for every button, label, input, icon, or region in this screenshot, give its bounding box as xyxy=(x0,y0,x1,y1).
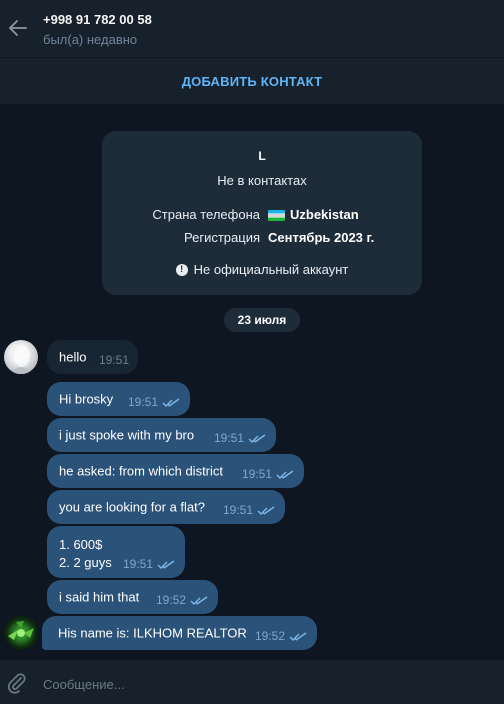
read-double-check-icon xyxy=(157,560,175,569)
sender-avatar[interactable] xyxy=(4,340,38,374)
unofficial-account-notice: ! Не официальный аккаунт xyxy=(102,262,422,277)
message-time: 19:51 xyxy=(222,503,253,517)
read-double-check-icon xyxy=(289,632,307,641)
message-text: he asked: from which district xyxy=(59,463,224,479)
phone-country-value-wrap: Uzbekistan xyxy=(268,207,359,222)
read-double-check-icon xyxy=(248,434,266,443)
message-bubble-outgoing[interactable]: i just spoke with my bro 19:51 xyxy=(47,418,276,452)
uzbekistan-flag-icon xyxy=(268,209,285,221)
message-text: i just spoke with my bro xyxy=(59,427,195,443)
message-bubble-outgoing[interactable]: 1. 600$ 2. 2 guys 19:51 xyxy=(47,526,185,578)
contact-phone-title[interactable]: +998 91 782 00 58 xyxy=(43,12,152,27)
contact-info-card: L Не в контактах Страна телефона Uzbekis… xyxy=(102,131,422,295)
not-in-contacts-label: Не в контактах xyxy=(217,173,307,188)
message-time: 19:51 xyxy=(122,557,153,571)
message-bubble-outgoing[interactable]: Hi brosky 19:51 xyxy=(47,382,190,416)
contact-initial: L xyxy=(258,149,266,163)
registration-value: Сентябрь 2023 г. xyxy=(268,230,375,245)
message-input[interactable] xyxy=(43,675,483,693)
message-time: 19:51 xyxy=(98,353,129,367)
message-line: 1. 600$ xyxy=(59,537,103,552)
message-bubble-outgoing[interactable]: he asked: from which district 19:51 xyxy=(47,454,304,488)
message-bubble-outgoing[interactable]: i said him that 19:52 xyxy=(47,580,218,614)
message-line: 2. 2 guys xyxy=(59,555,112,570)
phone-country-label: Страна телефона xyxy=(152,207,260,222)
read-double-check-icon xyxy=(162,398,180,407)
message-text: His name is: ILKHOM REALTOR xyxy=(58,625,247,641)
message-text: hello xyxy=(59,349,87,365)
registration-label: Регистрация xyxy=(184,230,260,245)
back-arrow-icon[interactable] xyxy=(6,16,30,40)
message-input-bar xyxy=(0,660,504,704)
read-double-check-icon xyxy=(276,470,294,479)
date-separator: 23 июля xyxy=(224,308,300,332)
add-contact-button[interactable]: ДОБАВИТЬ КОНТАКТ xyxy=(182,74,323,89)
read-double-check-icon xyxy=(190,596,208,605)
add-contact-bar: ДОБАВИТЬ КОНТАКТ xyxy=(0,57,504,104)
message-time: 19:52 xyxy=(254,629,285,643)
exclamation-icon: ! xyxy=(175,263,188,276)
paperclip-icon[interactable] xyxy=(6,672,28,694)
read-double-check-icon xyxy=(257,506,275,515)
message-bubble-incoming[interactable]: hello 19:51 xyxy=(47,340,138,374)
message-time: 19:51 xyxy=(127,395,158,409)
unofficial-account-label: Не официальный аккаунт xyxy=(193,262,349,277)
message-text: Hi brosky xyxy=(59,391,114,407)
phone-country-value: Uzbekistan xyxy=(290,207,359,222)
message-time: 19:51 xyxy=(213,431,244,445)
contact-last-seen-status: был(а) недавно xyxy=(43,32,138,47)
message-time: 19:52 xyxy=(155,593,186,607)
message-text: i said him that xyxy=(59,589,140,605)
sender-avatar[interactable] xyxy=(4,616,38,650)
message-bubble-outgoing[interactable]: you are looking for a flat? 19:51 xyxy=(47,490,285,524)
chat-header: +998 91 782 00 58 был(а) недавно xyxy=(0,0,504,57)
message-bubble-outgoing[interactable]: His name is: ILKHOM REALTOR 19:52 xyxy=(42,616,317,650)
message-text: you are looking for a flat? xyxy=(59,499,205,515)
message-text-multiline: 1. 600$ 2. 2 guys xyxy=(59,536,112,572)
chat-history[interactable]: L Не в контактах Страна телефона Uzbekis… xyxy=(0,104,504,660)
message-time: 19:51 xyxy=(241,467,272,481)
